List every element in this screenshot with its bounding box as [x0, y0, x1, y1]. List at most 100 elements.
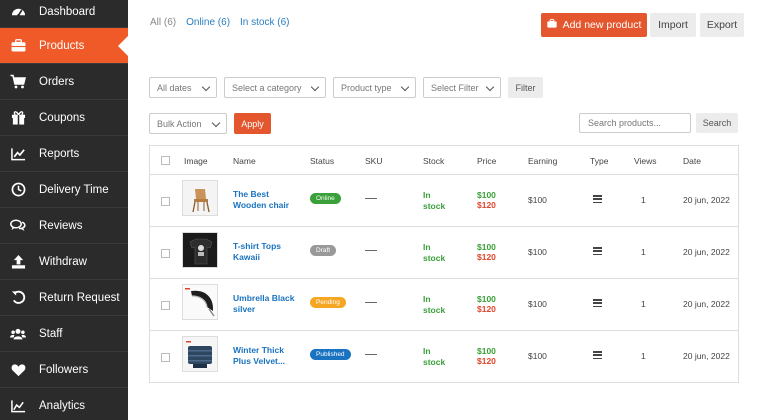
sidebar-item-products[interactable]: Products [0, 28, 129, 64]
product-image-tshirt[interactable] [182, 232, 218, 268]
products-table: Image Name Status SKU Stock Price Earnin… [149, 145, 739, 383]
sidebar-item-followers[interactable]: Followers [0, 352, 128, 388]
heart-icon [10, 362, 26, 378]
filter-link-in-stock[interactable]: In stock (6) [240, 17, 289, 28]
chart-icon [10, 146, 26, 162]
price-cell: $100 $120 [477, 190, 496, 210]
status-badge: Pending [310, 297, 346, 308]
menu-icon [593, 195, 602, 205]
date-value: 20 jun, 2022 [683, 247, 730, 257]
select-filter-select[interactable]: Select Filter [423, 77, 501, 98]
status-badge: Draft [310, 245, 337, 256]
row-checkbox[interactable] [161, 353, 170, 362]
category-select[interactable]: Select a category [224, 77, 326, 98]
import-button[interactable]: Import [650, 13, 696, 37]
category-value: Select a category [232, 82, 302, 93]
sidebar-item-label: Reviews [39, 219, 83, 232]
sidebar-item-withdraw[interactable]: Withdraw [0, 244, 128, 280]
search-products-input[interactable] [579, 113, 691, 133]
sidebar-item-reviews[interactable]: Reviews [0, 208, 128, 244]
sidebar-item-dashboard[interactable]: Dashboard [0, 0, 128, 28]
chevron-down-icon [400, 82, 410, 92]
product-image-jacket[interactable] [182, 336, 218, 372]
sidebar-item-label: Followers [39, 363, 89, 376]
export-button[interactable]: Export [700, 13, 744, 37]
sku-empty-dash [365, 250, 377, 251]
sidebar-item-label: Coupons [39, 111, 86, 124]
apply-button[interactable]: Apply [234, 113, 271, 134]
price-regular: $100 [477, 346, 496, 356]
analytics-icon [10, 398, 26, 414]
price-regular: $100 [477, 294, 496, 304]
filter-link-online[interactable]: Online (6) [186, 17, 230, 28]
chevron-down-icon [201, 82, 211, 92]
views-count: 1 [641, 247, 646, 257]
select-filter-value: Select Filter [431, 82, 479, 93]
views-count: 1 [641, 351, 646, 361]
main-content: All (6) Online (6) In stock (6) Add new … [128, 0, 760, 420]
product-type-select[interactable]: Product type [333, 77, 416, 98]
chevron-down-icon [211, 118, 221, 128]
undo-icon [10, 290, 26, 306]
price-cell: $100 $120 [477, 294, 496, 314]
sidebar-item-staff[interactable]: Staff [0, 316, 128, 352]
earning-value: $100 [528, 195, 547, 205]
sidebar-item-analytics[interactable]: Analytics [0, 388, 128, 420]
filter-link-all[interactable]: All (6) [150, 17, 176, 28]
product-name-link[interactable]: The Best Wooden chair [233, 189, 303, 211]
search-button[interactable]: Search [696, 113, 738, 133]
date-value: 20 jun, 2022 [683, 351, 730, 361]
sidebar-item-delivery-time[interactable]: Delivery Time [0, 172, 128, 208]
price-cell: $100 $120 [477, 346, 496, 366]
row-checkbox[interactable] [161, 197, 170, 206]
cart-icon [10, 74, 26, 90]
column-header-date: Date [683, 156, 701, 166]
product-name-link[interactable]: T-shirt Tops Kawaii [233, 241, 303, 263]
select-all-checkbox[interactable] [161, 156, 170, 165]
price-regular: $100 [477, 190, 496, 200]
filter-button[interactable]: Filter [508, 77, 543, 98]
product-image-umbrella[interactable] [182, 284, 218, 320]
table-row: Winter Thick Plus Velvet... Published In… [150, 331, 738, 383]
sidebar-item-orders[interactable]: Orders [0, 64, 128, 100]
sidebar-item-reports[interactable]: Reports [0, 136, 128, 172]
gift-icon [10, 110, 26, 126]
sidebar-item-label: Analytics [39, 399, 86, 412]
date-value: 20 jun, 2022 [683, 195, 730, 205]
column-header-price: Price [477, 156, 497, 166]
briefcase-icon [546, 19, 557, 31]
column-header-image: Image [184, 156, 208, 166]
status-filter-links: All (6) Online (6) In stock (6) [150, 17, 290, 28]
sidebar-item-label: Orders [39, 75, 75, 88]
add-new-product-label: Add new product [562, 19, 642, 31]
price-regular: $100 [477, 242, 496, 252]
row-checkbox[interactable] [161, 249, 170, 258]
product-name-link[interactable]: Winter Thick Plus Velvet... [233, 345, 303, 367]
date-filter-value: All dates [157, 82, 192, 93]
column-header-sku: SKU [365, 156, 383, 166]
product-name-link[interactable]: Umbrella Black silver [233, 293, 303, 315]
earning-value: $100 [528, 247, 547, 257]
sidebar-item-label: Dashboard [39, 5, 96, 18]
date-filter-select[interactable]: All dates [149, 77, 217, 98]
table-row: T-shirt Tops Kawaii Draft In stock $100 … [150, 227, 738, 279]
product-image-chair[interactable] [182, 180, 218, 216]
sidebar-item-return-request[interactable]: Return Request [0, 280, 128, 316]
sidebar-item-label: Staff [39, 327, 63, 340]
status-badge: Online [310, 193, 341, 204]
sidebar: Dashboard Products Orders Coupons Report… [0, 0, 129, 420]
earning-value: $100 [528, 299, 547, 309]
sidebar-item-coupons[interactable]: Coupons [0, 100, 128, 136]
sidebar-item-label: Return Request [39, 291, 120, 304]
stock-status: In stock [423, 190, 446, 211]
views-count: 1 [641, 195, 646, 205]
add-new-product-button[interactable]: Add new product [541, 13, 647, 37]
chevron-down-icon [485, 82, 495, 92]
bulk-action-select[interactable]: Bulk Action [149, 113, 227, 134]
table-header: Image Name Status SKU Stock Price Earnin… [150, 146, 738, 175]
sku-empty-dash [365, 198, 377, 199]
dashboard-icon [10, 4, 26, 20]
product-type-value: Product type [341, 82, 392, 93]
sku-empty-dash [365, 354, 377, 355]
row-checkbox[interactable] [161, 301, 170, 310]
